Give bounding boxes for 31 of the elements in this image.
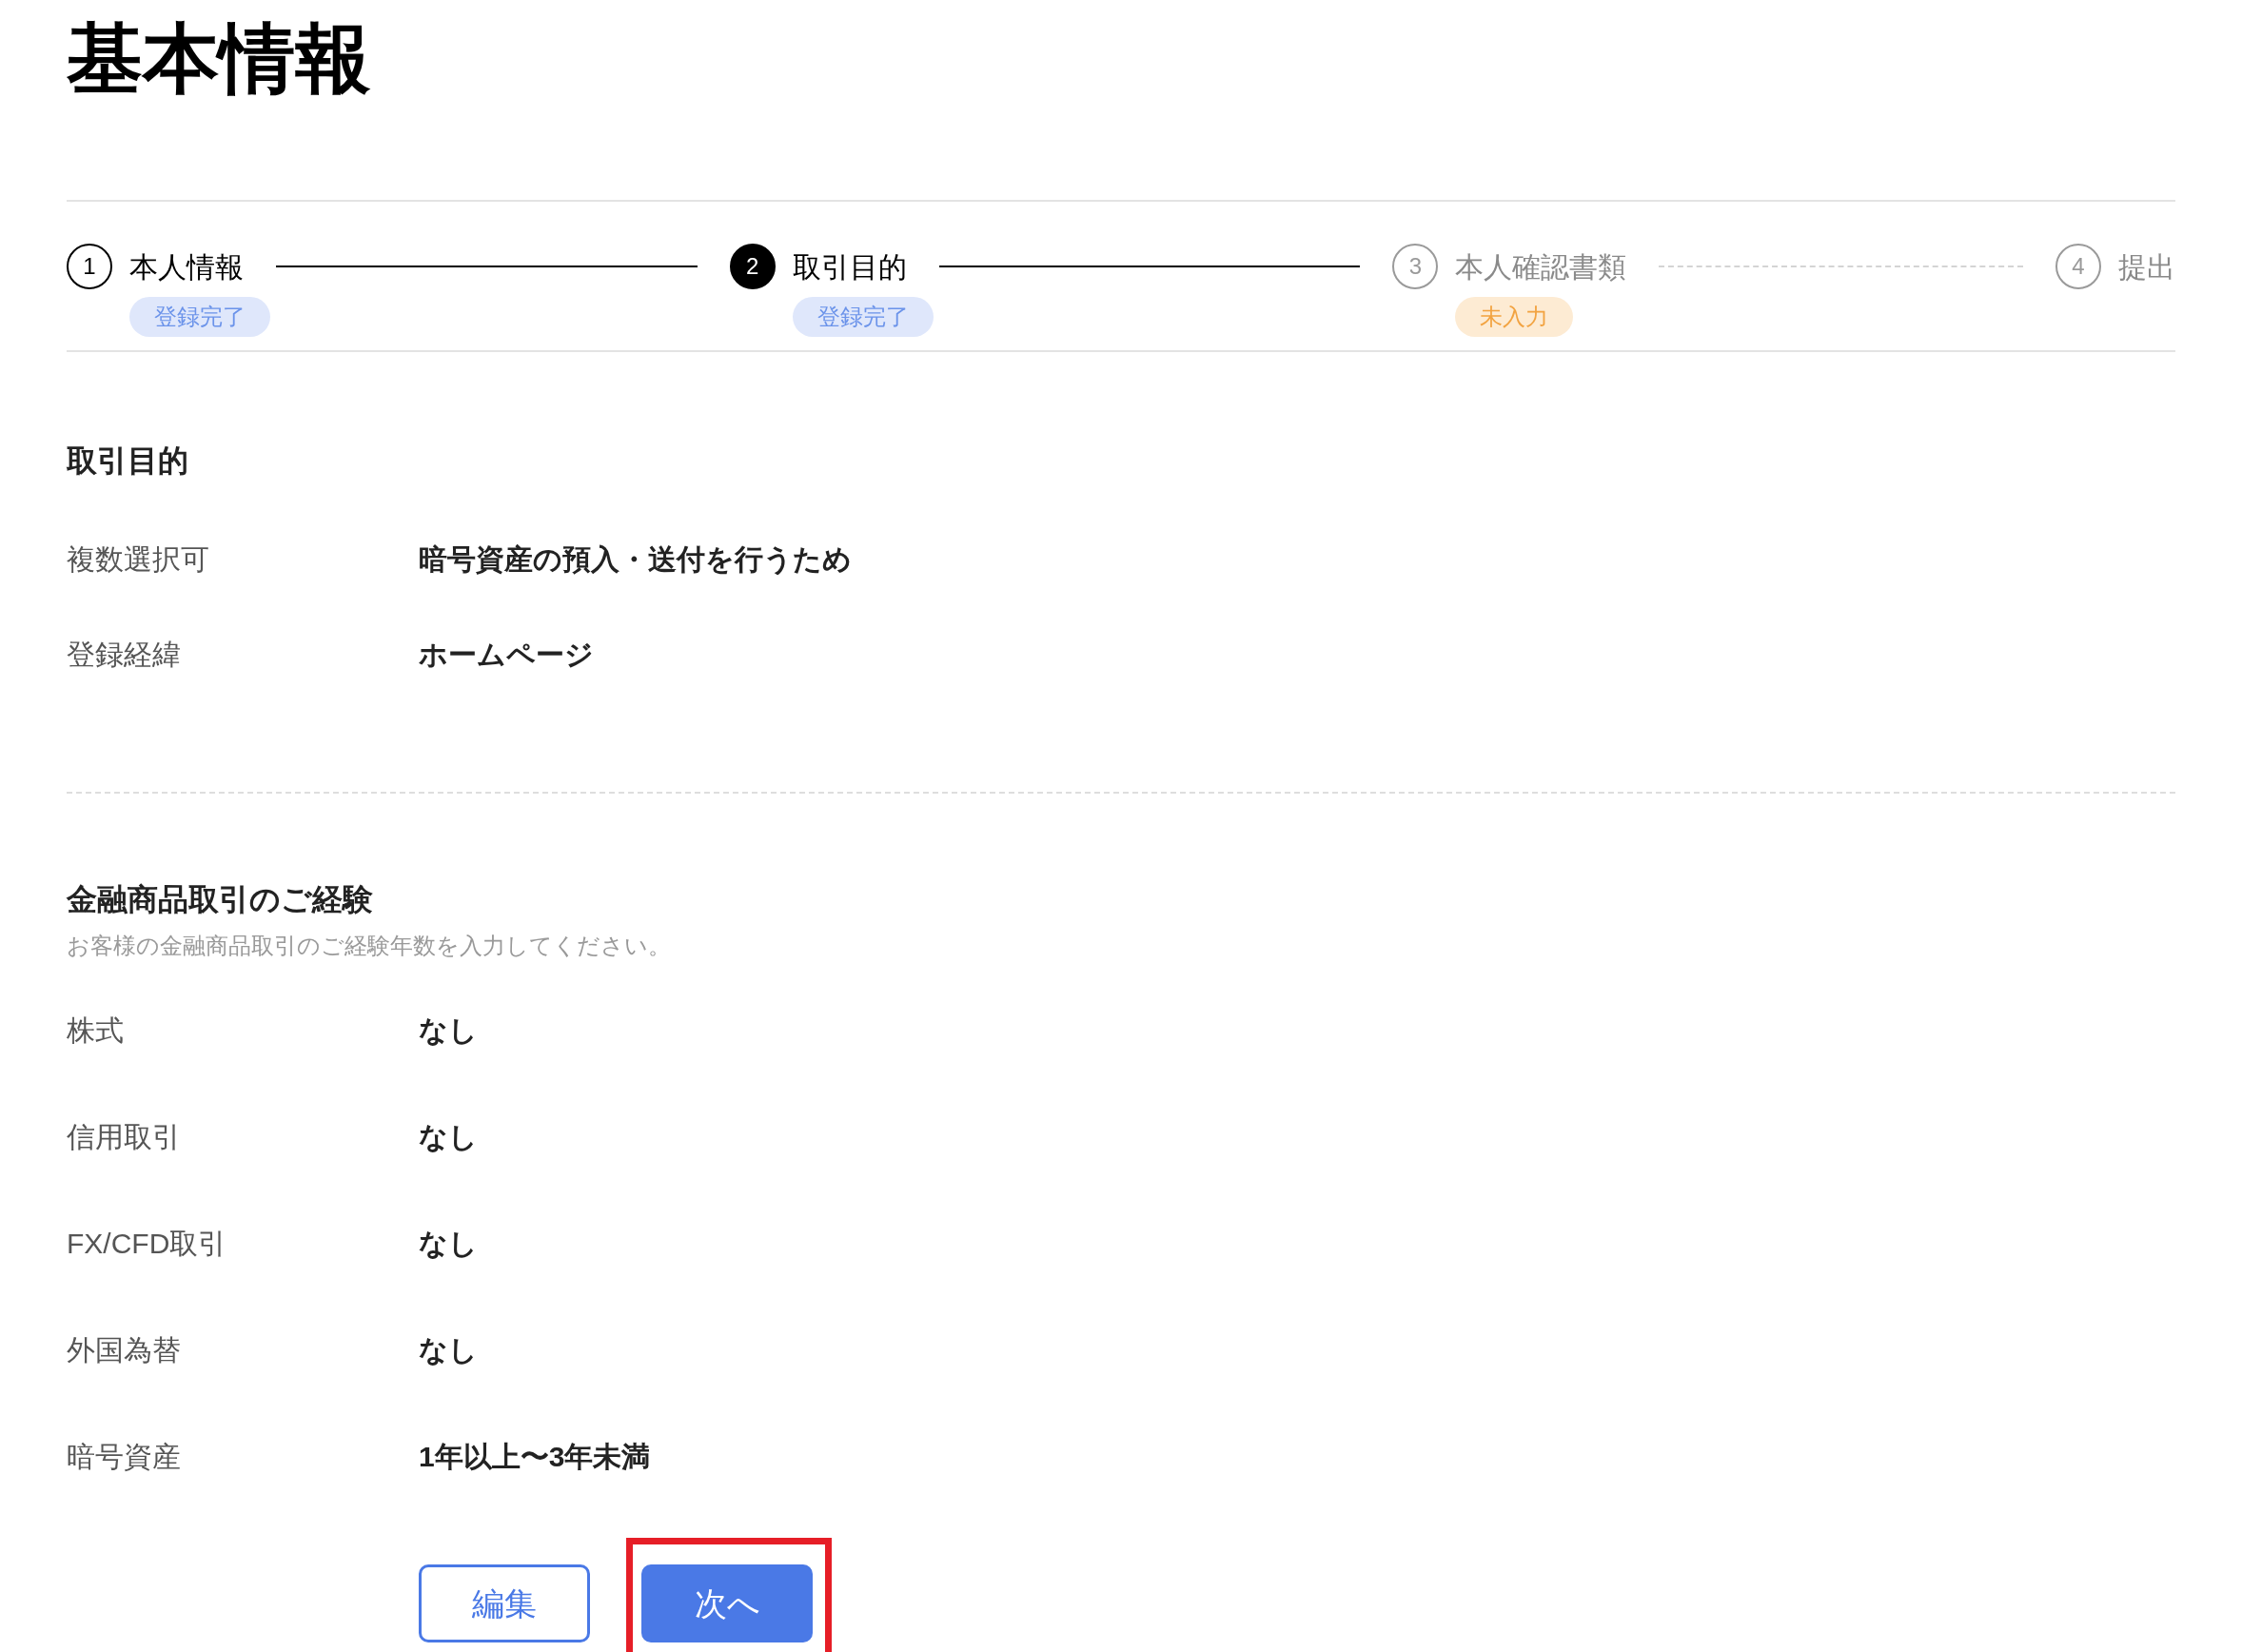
- step-label: 提出: [2118, 249, 2175, 285]
- edit-button[interactable]: 編集: [419, 1564, 590, 1642]
- step-number: 3: [1392, 244, 1439, 289]
- step-number: 4: [2055, 244, 2101, 289]
- field-value: 1年以上〜3年未満: [419, 1439, 651, 1474]
- field-label: 株式: [67, 1013, 125, 1048]
- field-label: 登録経緯: [67, 637, 182, 672]
- next-button[interactable]: 次へ: [641, 1564, 813, 1642]
- step-label: 取引目的: [792, 249, 907, 285]
- section-heading: 取引目的: [67, 445, 189, 476]
- field-value: 暗号資産の預入・送付を行うため: [419, 541, 852, 577]
- field-value: なし: [419, 1332, 478, 1367]
- status-badge: 登録完了: [129, 297, 270, 337]
- field-label: 暗号資産: [67, 1439, 182, 1474]
- field-label: 信用取引: [67, 1119, 182, 1154]
- section-heading: 金融商品取引のご経験: [67, 884, 374, 914]
- field-value: なし: [419, 1013, 478, 1048]
- status-badge: 登録完了: [792, 297, 934, 337]
- field-label: 複数選択可: [67, 541, 210, 577]
- field-value: なし: [419, 1226, 478, 1261]
- step-number: 1: [67, 244, 112, 289]
- step-number: 2: [729, 244, 776, 289]
- section-description: お客様の金融商品取引のご経験年数を入力してください。: [67, 934, 672, 957]
- field-label: 外国為替: [67, 1332, 182, 1367]
- step-label: 本人情報: [129, 249, 244, 285]
- step-label: 本人確認書類: [1455, 249, 1627, 285]
- status-badge: 未入力: [1455, 297, 1574, 337]
- field-label: FX/CFD取引: [67, 1226, 228, 1261]
- field-value: ホームページ: [419, 637, 594, 672]
- field-value: なし: [419, 1119, 478, 1154]
- page-title: 基本情報: [67, 15, 372, 97]
